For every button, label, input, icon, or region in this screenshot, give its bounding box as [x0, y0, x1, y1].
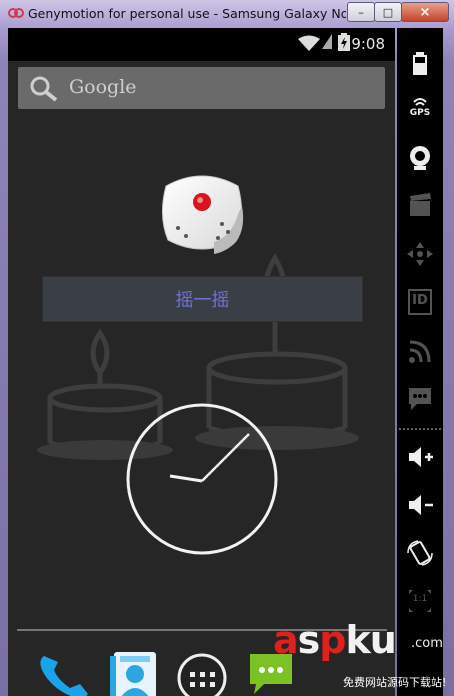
window-title: Genymotion for personal use - Samsung Ga…: [28, 6, 346, 21]
wifi-icon: [298, 35, 320, 51]
rotate-icon[interactable]: [397, 540, 443, 566]
google-search-bar[interactable]: Google: [18, 67, 385, 109]
genymotion-logo-icon: [8, 8, 24, 18]
clapper-icon[interactable]: [397, 192, 443, 218]
rss-icon[interactable]: [397, 338, 443, 364]
close-button[interactable]: ×: [401, 2, 449, 22]
watermark-tagline: 免费网站源码下载站!: [343, 676, 447, 689]
title-bar[interactable]: Genymotion for personal use - Samsung Ga…: [0, 0, 454, 28]
analog-clock-widget[interactable]: [125, 402, 279, 556]
clock-minute-hand: [201, 433, 250, 482]
search-icon: [30, 76, 58, 102]
dpad-icon[interactable]: [397, 241, 443, 267]
device-screen[interactable]: 9:08 Google 摇一摇: [8, 28, 395, 696]
shake-button[interactable]: 摇一摇: [42, 276, 363, 322]
minimize-button[interactable]: –: [347, 2, 375, 22]
signal-icon: [322, 34, 332, 49]
volume-down-icon[interactable]: [397, 492, 443, 518]
contacts-icon[interactable]: [108, 648, 160, 696]
webcam-icon[interactable]: [397, 145, 443, 171]
scale-label: 1:1: [412, 594, 428, 604]
search-placeholder: Google: [69, 76, 137, 98]
battery-charging-icon: [338, 33, 350, 51]
toolbar-separator: [399, 428, 441, 430]
apps-drawer-icon[interactable]: [176, 652, 228, 696]
genymotion-toolbar: GPS ID 1:1: [397, 28, 443, 696]
sms-icon[interactable]: [397, 386, 443, 412]
dice-icon[interactable]: [156, 166, 248, 260]
volume-up-icon[interactable]: [397, 444, 443, 470]
id-label: ID: [412, 293, 428, 308]
watermark-logo: aspku: [273, 618, 397, 662]
clock-hour-hand: [169, 474, 203, 483]
aspku-watermark: aspku .com 免费网站源码下载站!: [273, 618, 447, 696]
status-time: 9:08: [351, 35, 385, 53]
battery-icon[interactable]: [397, 50, 443, 76]
gps-label: GPS: [409, 108, 431, 118]
maximize-button[interactable]: □: [374, 2, 402, 22]
status-bar: 9:08: [8, 28, 395, 61]
phone-icon[interactable]: [36, 650, 90, 696]
watermark-domain-suffix: .com: [411, 636, 443, 651]
